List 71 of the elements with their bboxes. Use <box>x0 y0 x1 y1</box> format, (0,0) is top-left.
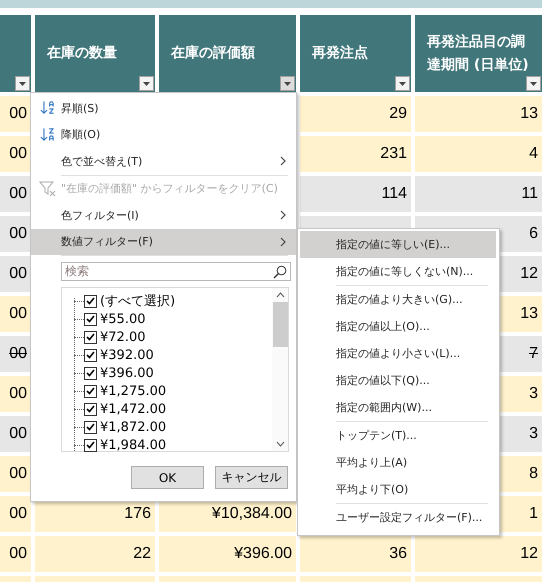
checkbox[interactable] <box>84 420 97 434</box>
table-cell: 11 <box>415 176 542 212</box>
caret-icon <box>19 82 26 86</box>
table-cell: 00 <box>0 176 31 212</box>
sort-ascending-icon <box>39 99 56 116</box>
chevron-right-icon <box>280 210 286 220</box>
checkbox[interactable] <box>84 366 97 380</box>
table-cell: 231 <box>300 136 411 172</box>
checkbox[interactable] <box>84 312 97 326</box>
table-cell: 00 <box>0 536 31 572</box>
table-cell: 00 <box>0 496 31 532</box>
filter-dropdown-button[interactable] <box>15 76 30 91</box>
value-label: ¥392.00 <box>100 348 154 362</box>
value-label: (すべて選択) <box>100 293 176 310</box>
value-label: ¥72.00 <box>100 330 146 344</box>
value-label: ¥1,275.00 <box>100 384 166 398</box>
value-label: ¥1,472.00 <box>100 402 166 416</box>
menu-item[interactable]: 昇順(S) <box>31 95 296 122</box>
table-cell: ¥396.00 <box>159 536 296 572</box>
value-label: ¥1,984.00 <box>100 438 166 452</box>
dialog-button[interactable]: キャンセル <box>215 466 288 489</box>
chevron-right-icon <box>280 236 286 247</box>
search-icon <box>273 264 287 278</box>
value-label: ¥55.00 <box>100 312 146 326</box>
menu-item[interactable]: 色で並べ替え(T) <box>31 148 296 174</box>
header-label: 在庫の評価額 <box>171 44 255 64</box>
table-cell: 00 <box>0 136 31 172</box>
caret-icon <box>143 82 150 86</box>
table-cell: 00 <box>0 216 31 252</box>
header-label: 再発注点 <box>312 44 368 64</box>
caret-icon <box>399 82 406 86</box>
menu-item[interactable]: 数値フィルター(F) <box>31 228 296 255</box>
menu-item[interactable]: 色フィルター(I) <box>31 202 296 228</box>
dialog-button[interactable]: OK <box>131 466 204 489</box>
filter-clear-icon <box>39 180 57 198</box>
value-label: ¥1,872.00 <box>100 420 166 434</box>
table-cell: 4 <box>415 136 542 172</box>
header-label: 在庫の数量 <box>47 44 117 64</box>
table-cell: 00 <box>0 256 31 292</box>
table-cell: 22 <box>35 536 155 572</box>
checkbox[interactable] <box>84 348 97 362</box>
checkbox[interactable] <box>84 384 97 398</box>
menu-item[interactable]: 降順(O) <box>31 122 296 148</box>
chevron-right-icon <box>280 156 286 166</box>
table-cell: 00 <box>0 336 31 372</box>
table-cell: 00 <box>0 416 31 452</box>
filter-dropdown-button[interactable] <box>395 76 410 91</box>
checkbox[interactable] <box>84 294 97 308</box>
checkbox[interactable] <box>84 438 97 452</box>
search-field[interactable]: 検索 <box>61 262 291 281</box>
caret-icon <box>284 82 291 86</box>
filter-dropdown-button[interactable] <box>139 76 154 91</box>
scrollbar[interactable] <box>272 288 288 451</box>
table-cell: 00 <box>0 296 31 332</box>
filter-dropdown-button[interactable] <box>526 76 541 91</box>
value-label: ¥396.00 <box>100 366 154 380</box>
menu-item[interactable]: 指定の値に等しい(E)... <box>300 231 496 258</box>
checkbox[interactable] <box>84 330 97 344</box>
table-cell: 114 <box>300 176 411 212</box>
table-cell: 29 <box>300 96 411 132</box>
filter-dropdown-button[interactable] <box>280 76 295 91</box>
sort-descending-icon <box>39 126 56 142</box>
table-cell: 00 <box>0 456 31 492</box>
caret-icon <box>530 82 537 86</box>
header-label: 再発注品目の調達期間 (日単位) <box>427 32 530 74</box>
table-cell: 00 <box>0 376 31 412</box>
table-cell: 36 <box>300 536 411 572</box>
table-cell: 00 <box>0 96 31 132</box>
checkbox[interactable] <box>84 402 97 416</box>
table-cell: 12 <box>415 536 542 572</box>
table-cell: 13 <box>415 96 542 132</box>
